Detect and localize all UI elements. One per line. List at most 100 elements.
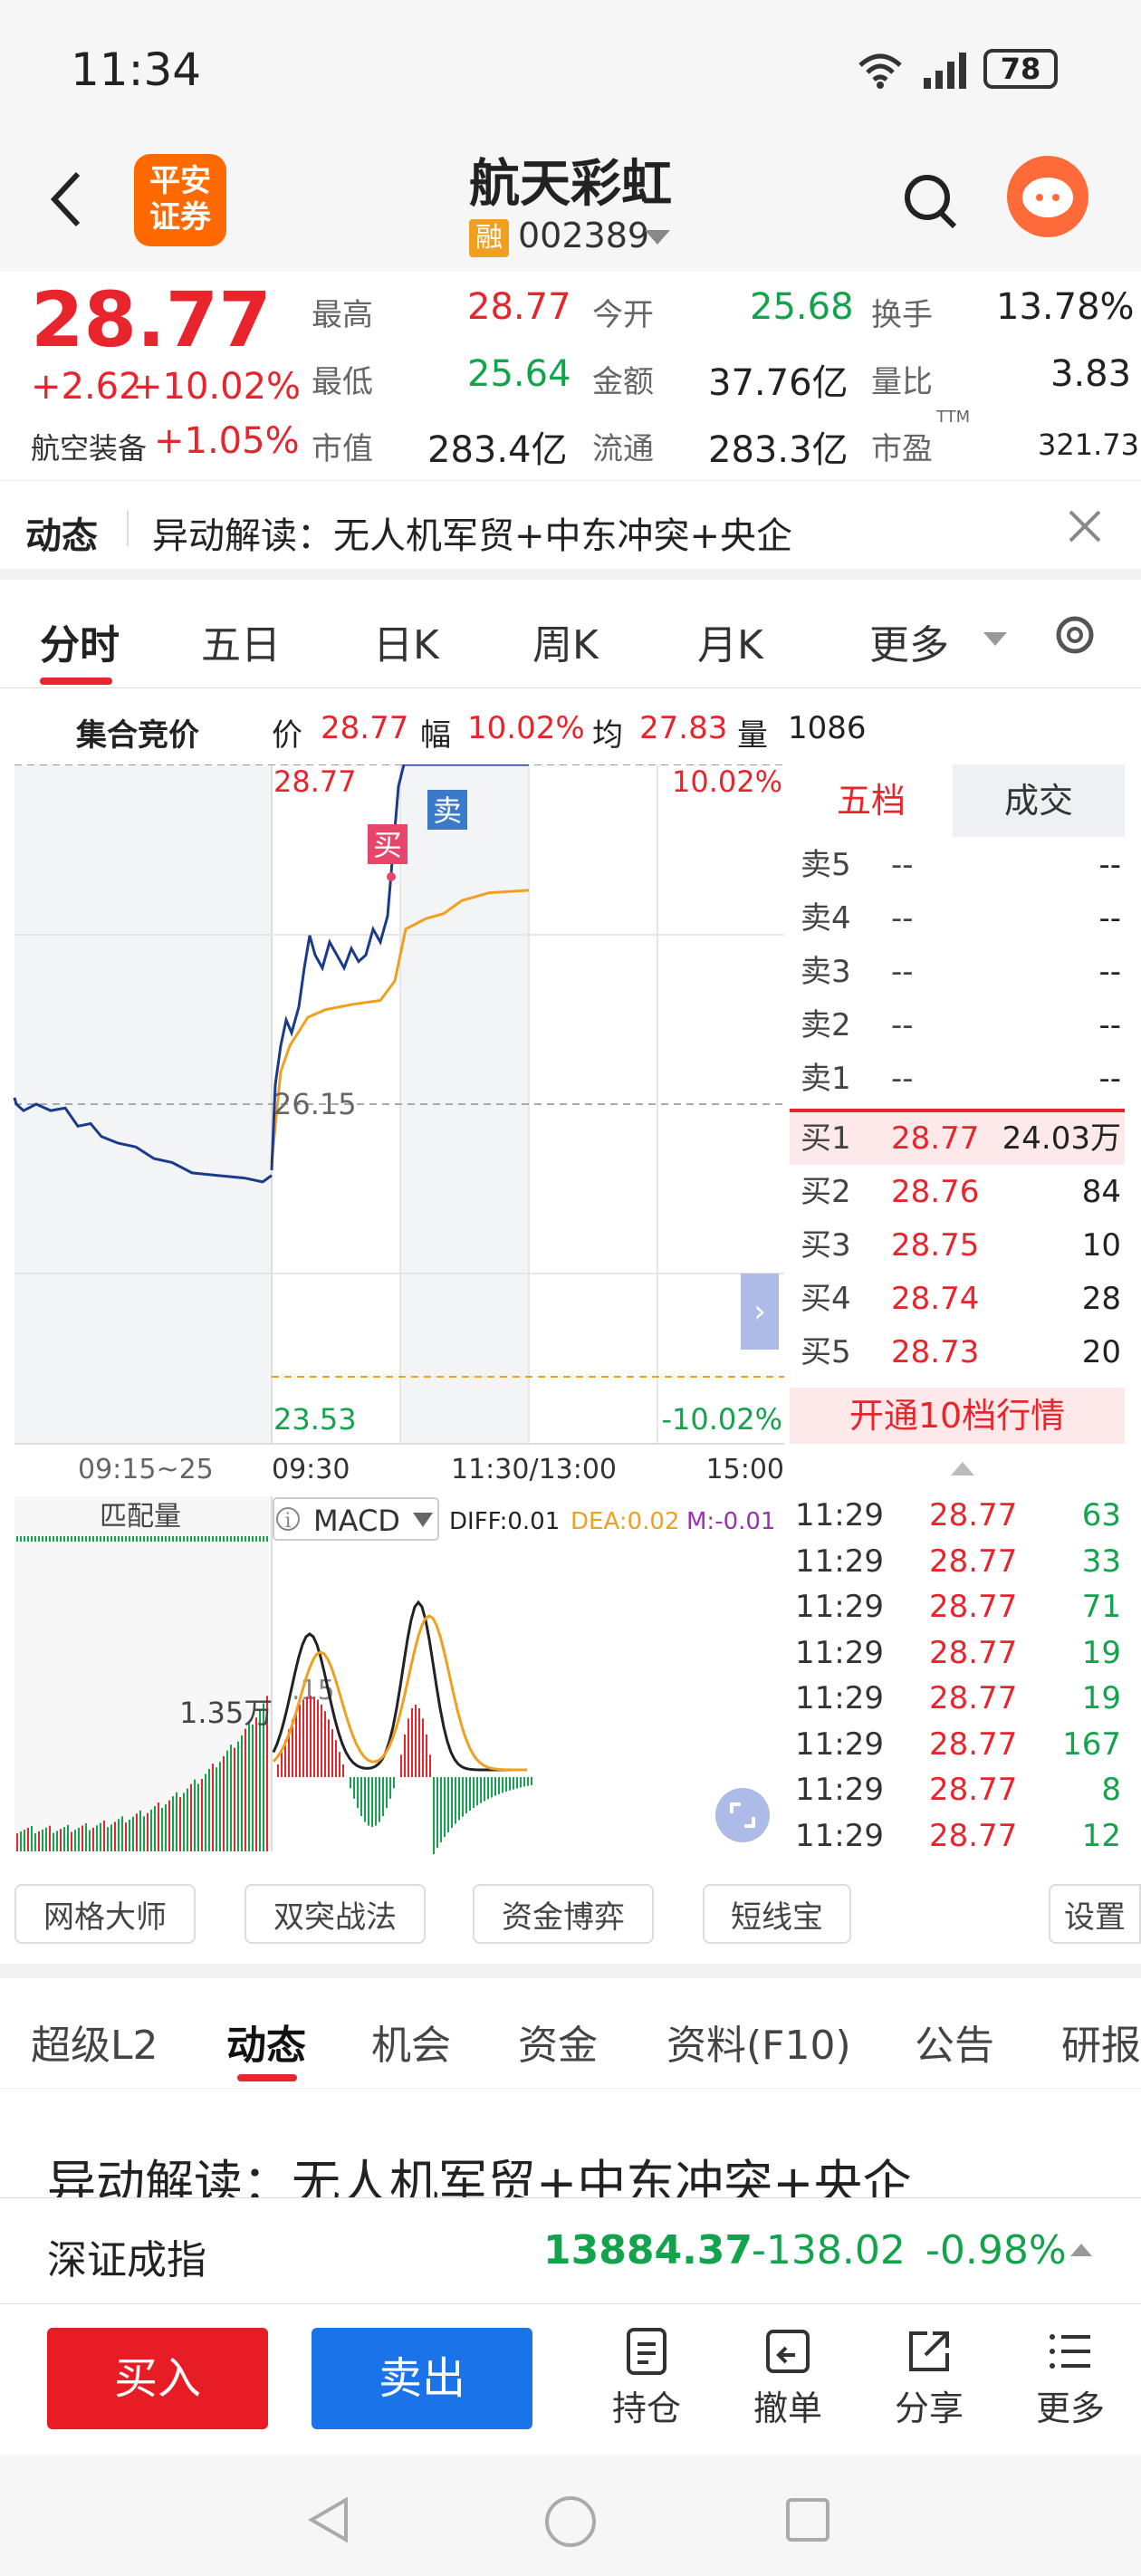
more-button[interactable]: 更多 (1016, 2326, 1125, 2430)
close-icon[interactable] (1065, 506, 1105, 550)
tick-vol: 19 (1081, 1634, 1121, 1671)
tab-weekly-k[interactable]: 周K (532, 612, 599, 670)
tool-fund-game[interactable]: 资金博弈 (473, 1884, 654, 1944)
back-nav-icon[interactable] (304, 2494, 355, 2549)
macd-bar (418, 1707, 420, 1777)
field-value-amount: 37.76亿 (708, 362, 849, 404)
tab-f10[interactable]: 资料(F10) (666, 2013, 851, 2071)
stock-code[interactable]: 002389 (518, 216, 649, 255)
macd-bar (415, 1705, 417, 1777)
auction-amp: 10.02% (467, 710, 585, 746)
macd-histogram (277, 1696, 532, 1854)
volume-bar (34, 1536, 36, 1542)
tick-row: 11:29 28.77 63 (790, 1493, 1125, 1538)
cancel-order-button[interactable]: 撤单 (734, 2326, 842, 2430)
system-nav-bar (0, 2455, 1141, 2576)
ask-row[interactable]: 卖2 -- -- (790, 999, 1125, 1052)
search-icon[interactable] (902, 170, 960, 237)
document-icon (627, 2328, 666, 2375)
price-change-pct: +10.02% (132, 366, 302, 408)
macd-bar (433, 1777, 435, 1854)
auction-price: 28.77 (321, 710, 409, 746)
news-ticker-text[interactable]: 异动解读：无人机军贸+中东冲突+央企 (152, 506, 792, 559)
section-divider (0, 1964, 1141, 1978)
upgrade-level10-button[interactable]: 开通10档行情 (790, 1388, 1125, 1444)
sell-button[interactable]: 卖出 (312, 2328, 532, 2429)
tick-price: 28.77 (929, 1543, 1018, 1580)
positions-button[interactable]: 持仓 (592, 2326, 701, 2430)
tick-price: 28.77 (929, 1589, 1018, 1625)
tool-grid-master[interactable]: 网格大师 (14, 1884, 196, 1944)
volume-bar (20, 1831, 22, 1851)
tab-more[interactable]: 更多 (869, 612, 949, 670)
tab-opportunity[interactable]: 机会 (371, 2013, 451, 2071)
auction-price-label: 价 (272, 717, 302, 754)
volume-bar (259, 1710, 261, 1851)
ask-row[interactable]: 卖4 -- -- (790, 892, 1125, 945)
bid-row[interactable]: 买2 28.76 84 (790, 1166, 1125, 1218)
intraday-chart[interactable]: 买 卖 28.77 10.02% 26.15 23.53 -10.02% 09:… (0, 764, 788, 1860)
book-tab-trades[interactable]: 成交 (953, 764, 1125, 837)
tab-announcements[interactable]: 公告 (915, 2013, 994, 2071)
tab-monthly-k[interactable]: 月K (697, 612, 763, 670)
gear-icon[interactable] (1050, 610, 1099, 663)
bid-row[interactable]: 买5 28.73 20 (790, 1326, 1125, 1379)
trade-bar: 买入 卖出 持仓 撤单 分享 更多 (0, 2306, 1141, 2455)
volume-bar (71, 1536, 72, 1542)
volume-bar (96, 1825, 98, 1851)
tab-dynamic[interactable]: 动态 (226, 2013, 306, 2071)
book-level-label: 买5 (801, 1334, 851, 1370)
fullscreen-button[interactable] (715, 1788, 770, 1842)
volume-bar (201, 1778, 203, 1851)
volume-bar (89, 1830, 91, 1851)
volume-bar (165, 1803, 167, 1851)
tab-intraday[interactable]: 分时 (40, 612, 120, 670)
macd-bar (313, 1697, 315, 1777)
chevron-up-icon[interactable] (951, 1462, 974, 1475)
bid-row[interactable]: 买3 28.75 10 (790, 1219, 1125, 1272)
field-value-turnover: 13.78% (996, 286, 1135, 328)
volume-bar (129, 1536, 130, 1542)
recents-nav-icon[interactable] (784, 2496, 831, 2547)
field-label: 最高 (312, 297, 373, 333)
field-label: 流通 (592, 431, 654, 467)
tick-row: 11:29 28.77 167 (790, 1722, 1125, 1767)
expand-panel-button[interactable]: › (741, 1274, 779, 1350)
buy-button[interactable]: 买入 (47, 2328, 268, 2429)
ask-row[interactable]: 卖3 -- -- (790, 946, 1125, 998)
book-level-volume: -- (1098, 900, 1121, 937)
book-tab-level5[interactable]: 五档 (790, 764, 953, 837)
chevron-down-icon[interactable] (983, 632, 1007, 646)
chevron-up-icon[interactable] (1070, 2244, 1092, 2256)
tab-5day[interactable]: 五日 (201, 612, 281, 670)
tab-daily-k[interactable]: 日K (373, 612, 439, 670)
volume-bar (266, 1536, 268, 1542)
tab-super-l2[interactable]: 超级L2 (31, 2013, 158, 2071)
tick-row: 11:29 28.77 19 (790, 1676, 1125, 1721)
volume-bar (208, 1768, 210, 1851)
tool-double-break[interactable]: 双突战法 (244, 1884, 426, 1944)
volume-bar (78, 1536, 80, 1542)
bid-row[interactable]: 买4 28.74 28 (790, 1273, 1125, 1325)
news-title[interactable]: 异动解读：无人机军贸+中东冲突+央企 (47, 2143, 912, 2197)
index-ticker[interactable]: 深证成指 13884.37 -138.02 -0.98% (0, 2197, 1141, 2304)
volume-bar (63, 1827, 65, 1851)
share-button[interactable]: 分享 (875, 2326, 983, 2430)
ask-row[interactable]: 卖1 -- -- (790, 1053, 1125, 1105)
tool-short-term[interactable]: 短线宝 (703, 1884, 851, 1944)
tick-price: 28.77 (929, 1772, 1018, 1808)
chevron-down-icon[interactable] (645, 230, 670, 245)
tab-research[interactable]: 研报 (1061, 2013, 1141, 2071)
sector-name[interactable]: 航空装备 (31, 426, 147, 467)
volume-bar (107, 1536, 109, 1542)
volume-bar (125, 1822, 127, 1851)
tab-funds[interactable]: 资金 (518, 2013, 598, 2071)
home-nav-icon[interactable] (543, 2494, 598, 2552)
ask-row[interactable]: 卖5 -- -- (790, 839, 1125, 891)
volume-bar (187, 1788, 188, 1851)
bid-row[interactable]: 买1 28.77 24.03万 (790, 1112, 1125, 1165)
tool-settings[interactable]: 设置 (1049, 1884, 1141, 1944)
assistant-avatar[interactable] (1007, 156, 1088, 237)
macd-bar (353, 1777, 355, 1799)
news-ticker[interactable]: 动态 异动解读：无人机军贸+中东冲突+央企 (0, 480, 1141, 580)
